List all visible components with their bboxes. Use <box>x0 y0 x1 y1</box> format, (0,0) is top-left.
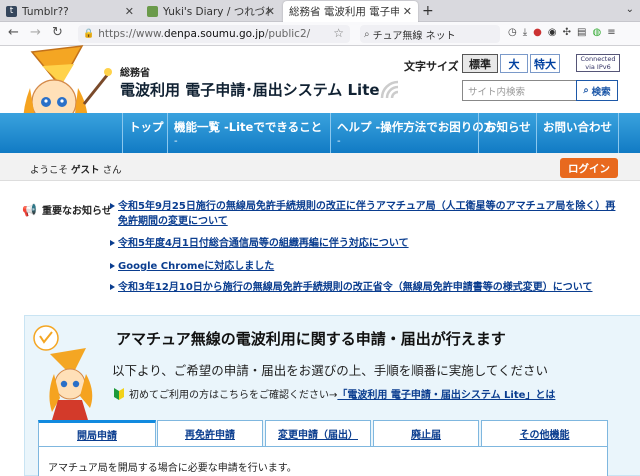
font-size-label: 文字サイズ <box>404 60 459 73</box>
address-bar[interactable]: 🔒 https://www. denpa.soumu.go.jp/public2/… <box>78 25 350 43</box>
ipv6-line1: Connected <box>580 55 616 63</box>
puzzle-icon[interactable]: ✣ <box>563 27 571 38</box>
system-title[interactable]: 電波利用 電子申請･届出システム Lite <box>120 79 380 100</box>
welcome-user: ゲスト <box>71 165 100 176</box>
nav-item-label: トップ <box>129 120 164 134</box>
menu-icon[interactable]: ≡ <box>607 27 615 38</box>
panel-title: アマチュア無線の電波利用に関する申請・届出が行えます <box>116 330 506 348</box>
search-button-label: 検索 <box>591 86 611 98</box>
news-heading-label: 重要なお知らせ <box>41 206 112 217</box>
mascot-witch-icon <box>33 325 93 420</box>
reload-icon[interactable]: ↻ <box>52 25 63 40</box>
tab-description: アマチュア局を開局する場合に必要な申請を行います。 <box>48 463 297 474</box>
extension-icon[interactable]: ◉ <box>548 27 557 38</box>
first-time-notice: 初めてご利用の方はこちらをご確認ください→ 「電波利用 電子申請・届出システム … <box>114 386 555 401</box>
download-icon[interactable]: ⤓ <box>523 27 527 38</box>
tumblr-icon: t <box>6 6 17 17</box>
nav-item-top[interactable]: トップ <box>122 113 170 153</box>
search-icon: ⌕ <box>583 85 589 96</box>
font-size-large-button[interactable]: 大 <box>500 54 528 73</box>
lock-icon: 🔒 <box>83 29 95 39</box>
browser-tab-bar: t Tumblr?? ✕ Yuki's Diary / つれづれE ✕ 総務省 … <box>0 0 640 22</box>
megaphone-icon: 📢 <box>22 202 37 217</box>
extension-icon[interactable]: ● <box>533 27 542 38</box>
bookmark-star-icon[interactable]: ☆ <box>333 26 344 40</box>
nav-item-label: お知らせ <box>485 120 531 134</box>
browser-search-text: チュア無線 ネット <box>372 30 456 42</box>
close-icon[interactable]: ✕ <box>125 5 134 18</box>
global-nav: トップ 機能一覧 -Liteでできること - ヘルプ -操作方法でお困りの方 - お… <box>0 113 640 153</box>
tab-title: Yuki's Diary / つれづれE <box>163 6 271 18</box>
ipv6-badge: Connected via IPv6 <box>576 54 620 72</box>
nav-item-label: お問い合わせ <box>543 120 612 134</box>
nav-item-sub: - <box>337 136 341 147</box>
welcome-text: ようこそ ゲスト さん <box>30 162 122 176</box>
forward-arrow-icon[interactable]: → <box>30 25 41 40</box>
chevron-down-icon[interactable]: ⌄ <box>626 4 634 15</box>
important-news-heading: 📢 重要なお知らせ <box>22 202 112 218</box>
browser-search-box[interactable]: ⌕ チュア無線 ネット <box>360 25 500 43</box>
about-system-link[interactable]: 「電波利用 電子申請・届出システム Lite」とは <box>337 386 555 401</box>
reader-icon[interactable]: ▤ <box>577 27 586 38</box>
new-tab-button[interactable]: + <box>422 3 434 19</box>
tab-title: 総務省 電波利用 電子申請 - L <box>289 6 399 18</box>
ministry-name: 総務省 <box>120 68 150 79</box>
font-size-standard-button[interactable]: 標準 <box>462 54 498 73</box>
nav-item-sub: - <box>174 136 178 147</box>
history-icon[interactable]: ◷ <box>508 27 517 38</box>
tab-new-station[interactable]: 開局申請 <box>38 420 156 446</box>
back-arrow-icon[interactable]: ← <box>8 25 19 40</box>
nav-item-contact[interactable]: お問い合わせ <box>536 113 619 153</box>
browser-nav-bar: ← → ↻ 🔒 https://www. denpa.soumu.go.jp/pu… <box>0 22 640 46</box>
tab-discontinue[interactable]: 廃止届 <box>373 420 479 446</box>
nav-item-help[interactable]: ヘルプ -操作方法でお困りの方 - <box>330 113 501 153</box>
news-link[interactable]: Google Chromeに対応しました <box>109 259 274 274</box>
browser-tab-diary[interactable]: Yuki's Diary / つれづれE ✕ <box>141 1 281 22</box>
tab-relicense[interactable]: 再免許申請 <box>157 420 263 446</box>
nav-item-news[interactable]: お知らせ <box>478 113 537 153</box>
extension-icons: ◷ ⤓ ● ◉ ✣ ▤ ◍ ≡ <box>508 27 616 38</box>
login-button[interactable]: ログイン <box>560 158 618 178</box>
account-icon[interactable]: ◍ <box>592 27 601 38</box>
font-size-xlarge-button[interactable]: 特大 <box>530 54 560 73</box>
welcome-suffix: さん <box>102 165 122 176</box>
tab-change-request[interactable]: 変更申請（届出） <box>265 420 371 446</box>
tab-title: Tumblr?? <box>22 5 69 18</box>
close-icon[interactable]: ✕ <box>266 5 275 18</box>
beginner-mark-icon <box>114 387 124 400</box>
ipv6-line2: via IPv6 <box>585 63 611 71</box>
tab-other-functions[interactable]: その他機能 <box>481 420 608 446</box>
diary-icon <box>147 6 158 17</box>
nav-item-label: 機能一覧 -Liteでできること <box>174 120 323 134</box>
browser-tab-active[interactable]: 総務省 電波利用 電子申請 - L ✕ <box>283 1 418 22</box>
site-search-input[interactable]: サイト内検索 <box>462 80 576 101</box>
url-prefix: https://www. <box>98 28 164 40</box>
news-link[interactable]: 令和3年12月10日から施行の無線局免許手続規則の改正省令（無線局免許申請書等の… <box>110 280 593 295</box>
panel-subtitle: 以下より、ご希望の申請・届出をお選びの上、手順を順番に実施してください <box>112 363 549 378</box>
nav-item-label: ヘルプ -操作方法でお困りの方 <box>337 120 496 134</box>
url-host: denpa.soumu.go.jp <box>164 28 265 40</box>
search-icon: ⌕ <box>364 28 370 40</box>
nav-item-functions[interactable]: 機能一覧 -Liteでできること - <box>167 113 328 153</box>
radio-wave-icon <box>380 80 399 99</box>
close-icon[interactable]: ✕ <box>403 5 412 18</box>
url-path: /public2/ <box>264 28 311 40</box>
welcome-bar: ようこそ ゲスト さん ログイン <box>0 153 640 181</box>
news-link[interactable]: 令和5年9月25日施行の無線局免許手続規則の改正に伴うアマチュア局（人工衛星等の… <box>110 199 618 229</box>
site-search-button[interactable]: ⌕ 検索 <box>576 80 618 101</box>
first-time-text: 初めてご利用の方はこちらをご確認ください→ <box>129 390 338 401</box>
browser-tab-tumblr[interactable]: t Tumblr?? ✕ <box>0 1 140 22</box>
news-link[interactable]: 令和5年度4月1日付総合通信局等の組織再編に伴う対応について <box>110 236 409 251</box>
welcome-prefix: ようこそ <box>30 165 69 176</box>
